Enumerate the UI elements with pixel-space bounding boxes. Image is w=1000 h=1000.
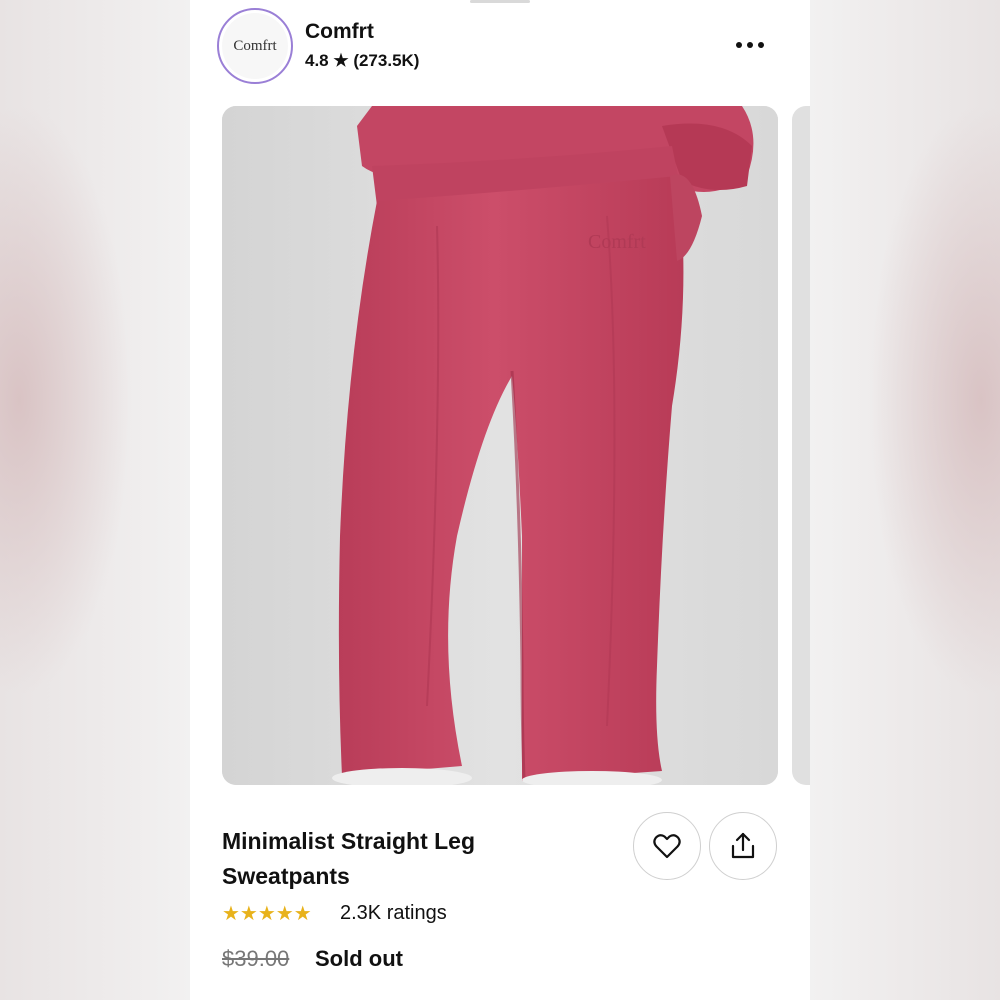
ratings-count[interactable]: 2.3K ratings [340,902,447,925]
share-button[interactable] [709,812,777,880]
background-blur-right [810,0,1000,1000]
shop-avatar[interactable]: Comfrt [217,8,293,84]
original-price: $39.00 [222,946,290,971]
product-image[interactable]: Comfrt [222,106,778,785]
favorite-button[interactable] [633,812,701,880]
background-blur-left [0,0,190,1000]
shop-rating: 4.8 ★ (273.5K) [305,51,420,70]
sweatpants-illustration: Comfrt [222,106,778,785]
shop-name[interactable]: Comfrt [305,20,374,44]
heart-icon [653,834,681,859]
more-horizontal-icon [736,42,742,48]
star-rating: ★★★★★ [222,902,312,926]
shop-logo-text: Comfrt [222,13,288,79]
star-icons: ★★★★★ [222,903,312,925]
product-card-screen: Comfrt Comfrt 4.8 ★ (273.5K) Comfrt Mini… [190,0,810,1000]
more-horizontal-icon [747,42,753,48]
next-image-peek[interactable] [792,106,810,785]
more-horizontal-icon [758,42,764,48]
top-handle [470,0,530,3]
garment-logo: Comfrt [588,231,646,253]
availability-status: Sold out [315,946,403,971]
share-icon [731,832,755,859]
more-options-button[interactable] [730,30,770,60]
product-title: Minimalist Straight Leg Sweatpants [222,828,476,889]
